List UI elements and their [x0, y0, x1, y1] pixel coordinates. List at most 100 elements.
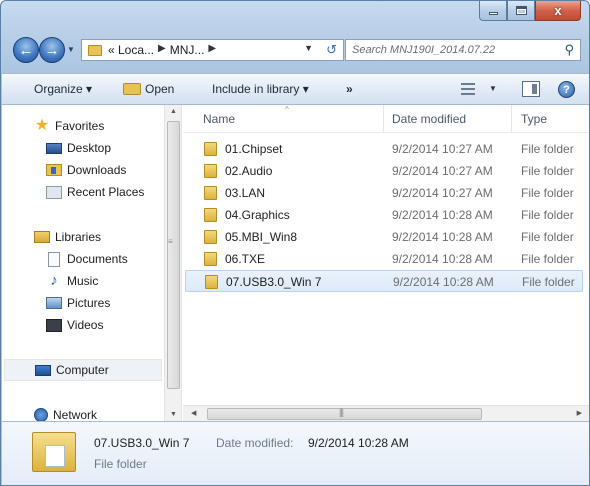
help-icon[interactable]: ?	[558, 81, 575, 98]
star-icon: ★	[34, 117, 50, 134]
back-button[interactable]: ←	[13, 37, 39, 63]
nav-pictures[interactable]: Pictures	[46, 292, 206, 314]
scroll-right-icon[interactable]: ▶	[577, 409, 582, 417]
address-bar[interactable]: « Loca... ▶ MNJ... ▶ ▼ ↺	[81, 39, 344, 61]
nav-label: Libraries	[55, 230, 102, 244]
nav-label: Documents	[67, 252, 128, 266]
nav-label: Pictures	[67, 296, 111, 310]
scroll-up-icon[interactable]: ▲	[170, 108, 177, 115]
column-header-name[interactable]: Name	[203, 112, 235, 126]
horizontal-scrollbar[interactable]: ◀ ||| ▶	[183, 405, 589, 421]
breadcrumb-separator-icon[interactable]: ▶	[208, 43, 216, 57]
libraries-icon	[34, 231, 50, 243]
recent-pages-dropdown[interactable]: ▼	[67, 45, 75, 54]
search-input[interactable]: Search MNJ190I_2014.07.22 ⚲	[345, 39, 581, 61]
scroll-down-icon[interactable]: ▼	[170, 411, 177, 418]
file-date: 9/2/2014 10:28 AM	[393, 275, 494, 289]
content-area: ★ Favorites Desktop Downloads Recent Pla…	[2, 105, 589, 422]
scroll-grip-icon: |||	[339, 407, 344, 417]
address-dropdown-icon[interactable]: ▼	[304, 43, 313, 53]
organize-button[interactable]: Organize ▾	[34, 82, 92, 96]
nav-label: Favorites	[55, 119, 105, 133]
nav-documents[interactable]: Documents	[46, 248, 206, 270]
nav-videos[interactable]: Videos	[46, 314, 206, 336]
nav-label: Music	[67, 274, 99, 288]
breadcrumb: « Loca... ▶ MNJ... ▶	[108, 43, 216, 57]
scroll-thumb[interactable]	[207, 408, 482, 420]
file-row[interactable]: 05.MBI_Win8 9/2/2014 10:28 AM File folde…	[185, 226, 583, 248]
change-view-icon[interactable]	[461, 83, 475, 95]
folder-icon	[204, 230, 217, 244]
maximize-icon	[515, 6, 527, 15]
folder-icon	[204, 186, 217, 200]
column-header-date[interactable]: Date modified	[392, 112, 466, 126]
nav-desktop[interactable]: Desktop	[46, 137, 206, 159]
file-type: File folder	[522, 275, 575, 289]
file-name: 06.TXE	[225, 252, 266, 266]
breadcrumb-item[interactable]: MNJ...	[170, 43, 205, 57]
folder-icon	[204, 142, 217, 156]
breadcrumb-item[interactable]: « Loca...	[108, 43, 154, 57]
close-button[interactable]: x	[535, 1, 581, 21]
column-header-type[interactable]: Type	[521, 112, 547, 126]
file-list: Name ^ Date modified Type 01.Chipset 9/2…	[183, 105, 589, 421]
view-options-dropdown-icon[interactable]: ▼	[489, 84, 497, 93]
file-type: File folder	[521, 252, 574, 266]
column-headers: Name ^ Date modified Type	[183, 105, 589, 133]
nav-label: Downloads	[67, 163, 127, 177]
nav-computer[interactable]: Computer	[4, 359, 162, 381]
caption-buttons: x	[479, 1, 581, 21]
file-row[interactable]: 01.Chipset 9/2/2014 10:27 AM File folder	[185, 138, 583, 160]
file-type: File folder	[521, 164, 574, 178]
nav-label: Computer	[56, 363, 109, 377]
videos-icon	[46, 318, 62, 332]
scroll-thumb[interactable]	[167, 121, 180, 389]
file-type: File folder	[521, 186, 574, 200]
nav-label: Desktop	[67, 141, 112, 155]
file-row[interactable]: 02.Audio 9/2/2014 10:27 AM File folder	[185, 160, 583, 182]
details-date-value: 9/2/2014 10:28 AM	[308, 436, 409, 450]
file-row-selected[interactable]: 07.USB3.0_Win 7 9/2/2014 10:28 AM File f…	[185, 270, 583, 292]
preview-pane-icon[interactable]	[522, 81, 540, 97]
nav-recent-places[interactable]: Recent Places	[46, 181, 206, 203]
refresh-icon[interactable]: ↺	[326, 42, 337, 58]
nav-music[interactable]: ♪ Music	[46, 270, 206, 292]
search-icon[interactable]: ⚲	[564, 42, 574, 58]
column-divider[interactable]	[511, 105, 512, 133]
nav-label: Network	[53, 408, 98, 422]
include-in-library-button[interactable]: Include in library ▾	[212, 82, 309, 96]
details-item-type: File folder	[94, 457, 147, 471]
folder-icon	[205, 275, 218, 289]
column-divider[interactable]	[383, 105, 384, 133]
file-type: File folder	[521, 208, 574, 222]
open-button[interactable]: Open	[123, 82, 174, 96]
nav-downloads[interactable]: Downloads	[46, 159, 206, 181]
file-row[interactable]: 04.Graphics 9/2/2014 10:28 AM File folde…	[185, 204, 583, 226]
recent-places-icon	[46, 185, 62, 199]
file-date: 9/2/2014 10:27 AM	[392, 186, 493, 200]
folder-icon	[204, 252, 217, 266]
minimize-icon	[488, 12, 498, 15]
file-date: 9/2/2014 10:28 AM	[392, 208, 493, 222]
nav-vertical-scrollbar[interactable]: ▲ ≡ ▼	[164, 105, 181, 421]
minimize-button[interactable]	[479, 1, 507, 21]
folder-icon	[204, 208, 217, 222]
file-row[interactable]: 03.LAN 9/2/2014 10:27 AM File folder	[185, 182, 583, 204]
navigation-pane: ★ Favorites Desktop Downloads Recent Pla…	[2, 105, 182, 422]
documents-icon	[48, 251, 60, 267]
file-date: 9/2/2014 10:28 AM	[392, 230, 493, 244]
pictures-icon	[46, 297, 62, 309]
more-commands-button[interactable]: »	[346, 82, 353, 96]
details-date-label: Date modified:	[216, 436, 294, 450]
file-name: 02.Audio	[225, 164, 273, 178]
maximize-button[interactable]	[507, 1, 535, 21]
sort-ascending-icon: ^	[285, 105, 289, 114]
scroll-left-icon[interactable]: ◀	[191, 409, 196, 417]
file-row[interactable]: 06.TXE 9/2/2014 10:28 AM File folder	[185, 248, 583, 270]
nav-label: Videos	[67, 318, 104, 332]
breadcrumb-separator-icon[interactable]: ▶	[158, 43, 166, 57]
file-date: 9/2/2014 10:27 AM	[392, 142, 493, 156]
explorer-window: x ← → ▼ « Loca... ▶ MNJ... ▶ ▼ ↺ Search …	[0, 0, 590, 486]
forward-button[interactable]: →	[39, 37, 65, 63]
forward-arrow-icon: →	[44, 41, 60, 59]
